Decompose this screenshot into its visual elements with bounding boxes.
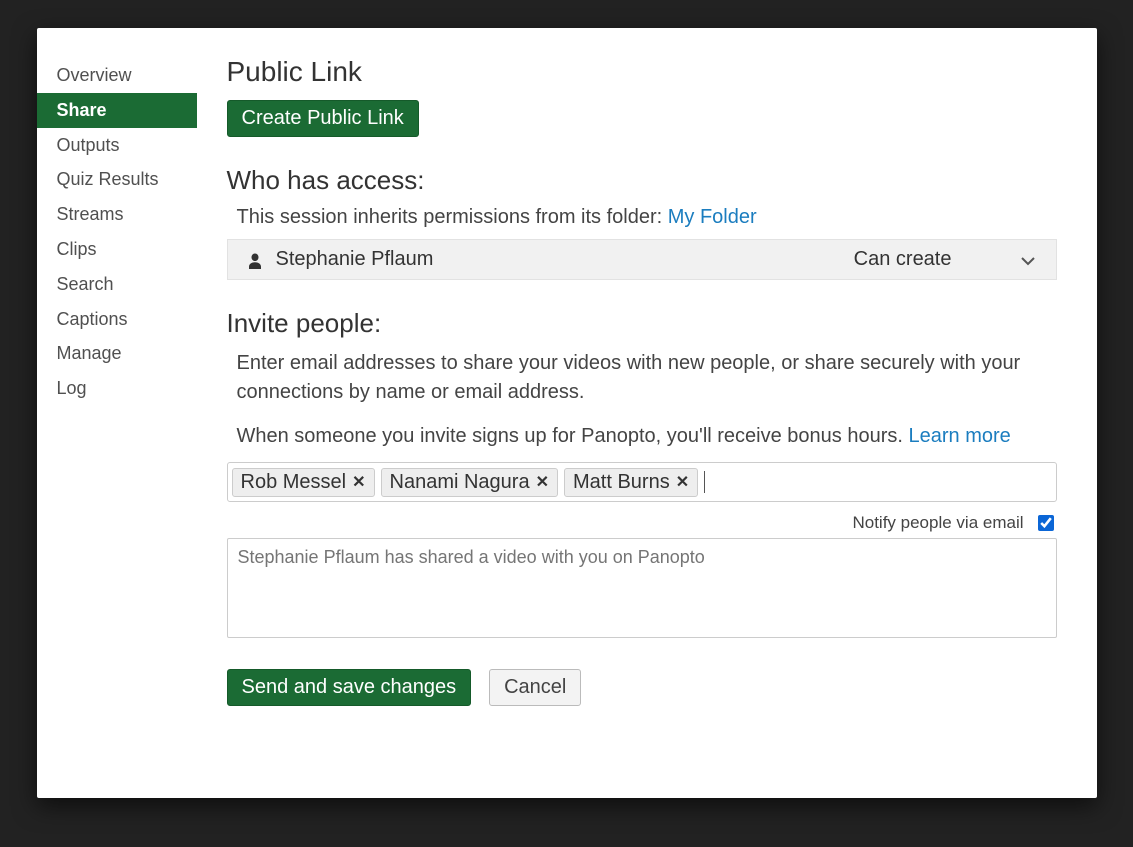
- learn-more-link[interactable]: Learn more: [908, 425, 1010, 447]
- main-panel: Public Link Create Public Link Who has a…: [197, 28, 1097, 798]
- invite-chip-label: Nanami Nagura: [390, 471, 530, 494]
- access-row-name: Stephanie Pflaum: [276, 248, 434, 271]
- invite-instructions: Enter email addresses to share your vide…: [227, 349, 1057, 407]
- public-link-heading: Public Link: [227, 56, 1057, 88]
- sidebar-item-share[interactable]: Share: [37, 93, 197, 128]
- access-row: Stephanie Pflaum Can create: [227, 239, 1057, 280]
- sidebar-item-manage[interactable]: Manage: [37, 336, 197, 371]
- sidebar-item-captions[interactable]: Captions: [37, 302, 197, 337]
- invite-chip: Nanami Nagura ✕: [381, 468, 558, 497]
- sidebar-item-log[interactable]: Log: [37, 371, 197, 406]
- sidebar-item-outputs[interactable]: Outputs: [37, 128, 197, 163]
- chip-remove-icon[interactable]: ✕: [352, 472, 365, 492]
- chevron-down-icon[interactable]: [1020, 252, 1036, 268]
- sidebar-item-clips[interactable]: Clips: [37, 232, 197, 267]
- share-message-textarea[interactable]: [227, 538, 1057, 638]
- sidebar-item-streams[interactable]: Streams: [37, 197, 197, 232]
- cancel-button[interactable]: Cancel: [489, 669, 581, 706]
- access-row-role[interactable]: Can create: [854, 248, 952, 271]
- inherit-permissions-line: This session inherits permissions from i…: [227, 206, 1057, 229]
- sidebar-item-quiz-results[interactable]: Quiz Results: [37, 162, 197, 197]
- invite-heading: Invite people:: [227, 308, 1057, 339]
- send-save-button[interactable]: Send and save changes: [227, 669, 472, 706]
- inherit-text: This session inherits permissions from i…: [237, 206, 668, 228]
- share-dialog: OverviewShareOutputsQuiz ResultsStreamsC…: [37, 28, 1097, 798]
- sidebar: OverviewShareOutputsQuiz ResultsStreamsC…: [37, 28, 197, 798]
- invite-chip: Matt Burns ✕: [564, 468, 698, 497]
- access-heading: Who has access:: [227, 165, 1057, 196]
- invite-chip-label: Matt Burns: [573, 471, 670, 494]
- invite-chip: Rob Messel✕: [232, 468, 375, 497]
- person-icon: [248, 252, 262, 268]
- chip-remove-icon[interactable]: ✕: [536, 472, 549, 492]
- chip-remove-icon[interactable]: ✕: [676, 472, 689, 492]
- bonus-line: When someone you invite signs up for Pan…: [227, 425, 1057, 448]
- create-public-link-button[interactable]: Create Public Link: [227, 100, 419, 137]
- notify-row: Notify people via email: [227, 512, 1057, 534]
- folder-link[interactable]: My Folder: [668, 206, 757, 228]
- sidebar-item-overview[interactable]: Overview: [37, 58, 197, 93]
- invite-chip-label: Rob Messel: [241, 471, 347, 494]
- notify-checkbox[interactable]: [1038, 515, 1054, 531]
- bonus-text: When someone you invite signs up for Pan…: [237, 425, 909, 447]
- action-row: Send and save changes Cancel: [227, 669, 1057, 706]
- invite-text-input[interactable]: [704, 471, 710, 493]
- notify-label: Notify people via email: [852, 513, 1023, 533]
- sidebar-item-search[interactable]: Search: [37, 267, 197, 302]
- invite-chip-input[interactable]: Rob Messel✕Nanami Nagura✕Matt Burns✕: [227, 462, 1057, 502]
